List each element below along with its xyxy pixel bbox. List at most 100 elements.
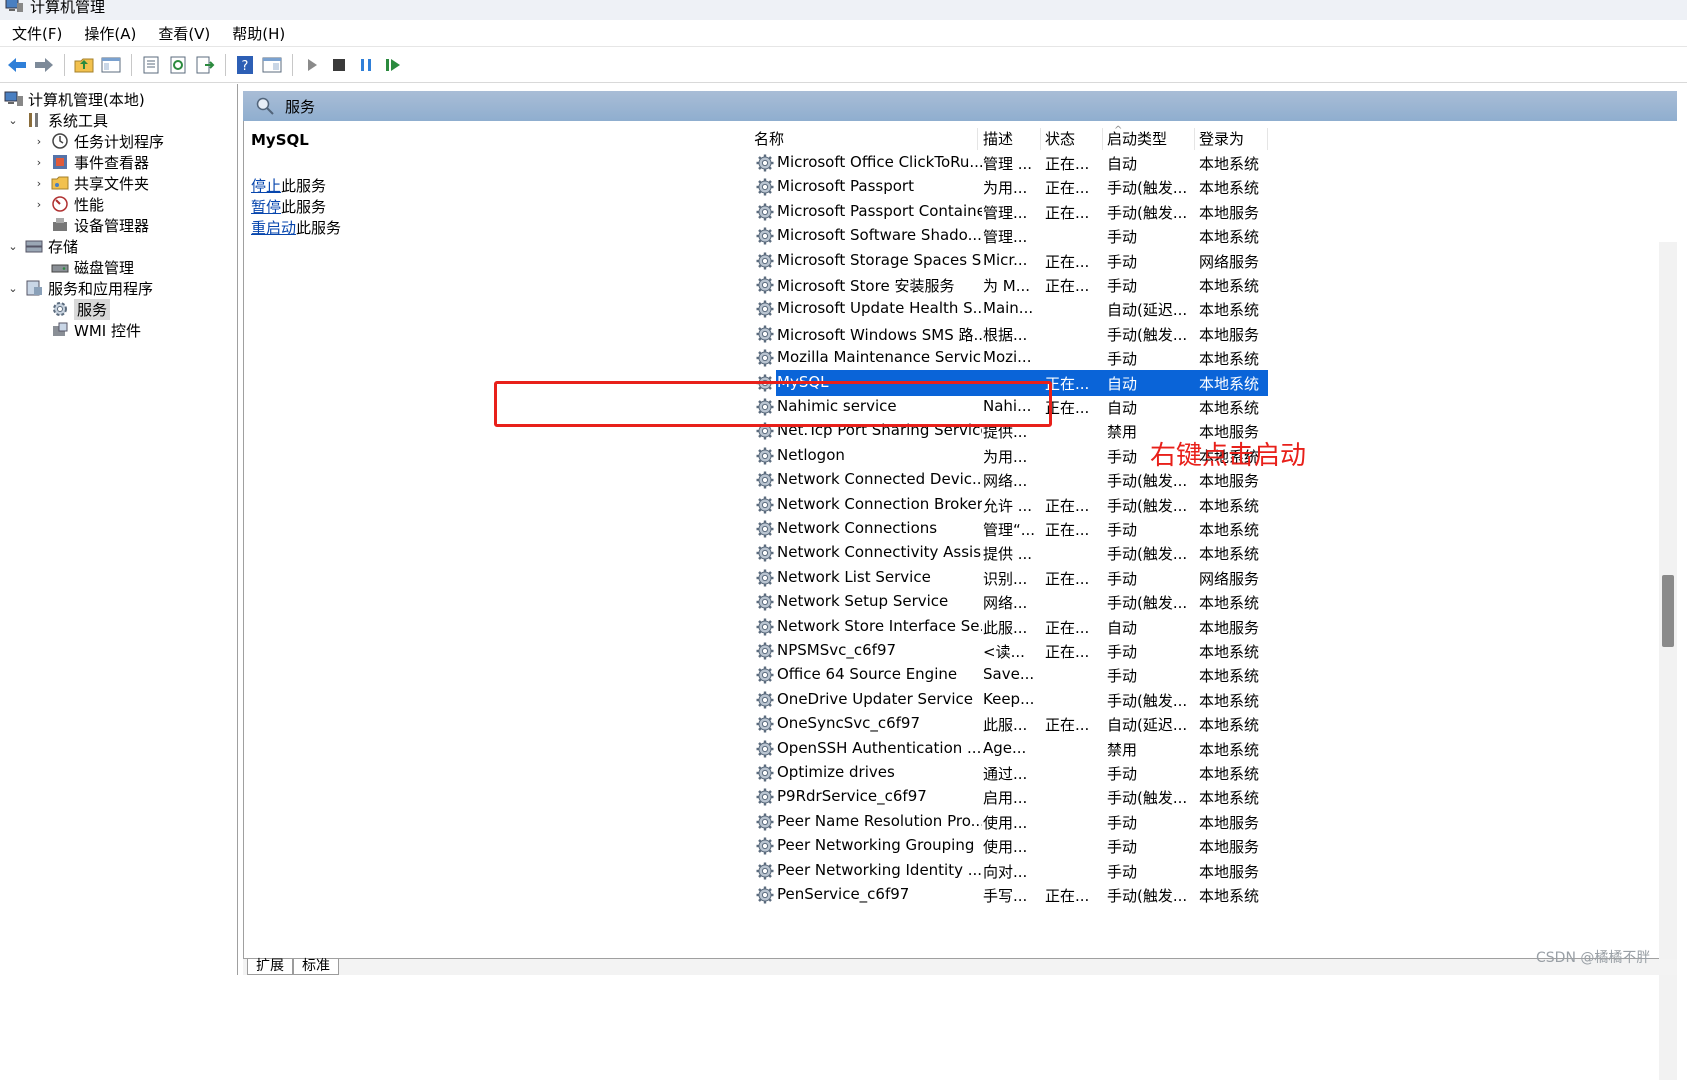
service-name-cell: Office 64 Source Engine [777, 665, 958, 684]
pause-service-icon[interactable] [353, 52, 379, 78]
show-hide-action-pane-icon[interactable] [259, 52, 285, 78]
tree-item-device-manager[interactable]: 设备管理器 [50, 214, 149, 236]
expand-arrow-icon[interactable]: › [32, 198, 46, 211]
service-row[interactable]: Network List Service 识别... 正在... 手动 网络服务 [499, 565, 1659, 591]
expand-arrow-icon[interactable]: › [32, 156, 46, 169]
expand-chevron-icon[interactable]: ⌄ [6, 240, 20, 253]
column-header-name[interactable]: 名称 ^ [754, 125, 1122, 150]
service-row[interactable]: Network Connectivity Assis... 提供 ... 手动(触发… [499, 540, 1659, 566]
export-list-icon[interactable] [192, 52, 218, 78]
pause-link[interactable]: 暂停 [251, 198, 281, 216]
console-tree: 计算机管理(本地) ⌄ 系统工具 › 任务计划程序 › 事件查看器 › 共享文件… [0, 84, 238, 975]
service-row[interactable]: OneSyncSvc_c6f97 此服... 正在... 自动(延迟... 本地系统 [499, 711, 1659, 737]
service-row[interactable]: Microsoft Office ClickToRu... 管理 ... 正在...… [499, 150, 1659, 176]
service-logon-cell: 本地系统 [1199, 301, 1260, 320]
service-row[interactable]: Peer Name Resolution Pro... 使用... 手动 本地服务 [499, 809, 1659, 835]
expand-arrow-icon[interactable]: › [32, 177, 46, 190]
service-row[interactable]: Netlogon 为用... 手动 本地系统 [499, 443, 1659, 469]
service-row[interactable]: PenService_c6f97 手写... 正在... 手动(触发... 本地系统 [499, 882, 1659, 908]
service-desc-cell: 手写... [983, 887, 1028, 905]
service-gear-icon [755, 836, 775, 856]
menu-action[interactable]: 操作(A) [72, 23, 146, 44]
menu-file[interactable]: 文件(F) [0, 23, 72, 44]
service-row[interactable]: Optimize drives 通过... 手动 本地系统 [499, 760, 1659, 786]
help-icon[interactable]: ? [232, 52, 258, 78]
service-row[interactable]: Microsoft Update Health S... Main... 自动(延迟… [499, 296, 1659, 322]
tab-standard[interactable]: 标准 [293, 959, 339, 975]
service-row[interactable]: Peer Networking Grouping 使用... 手动 本地服务 [499, 833, 1659, 859]
back-icon[interactable] [4, 52, 30, 78]
service-row[interactable]: Peer Networking Identity ... 向对... 手动 本地服务 [499, 858, 1659, 884]
pause-service-action: 暂停此服务 [251, 196, 326, 217]
tree-item-disk-management[interactable]: 磁盘管理 [50, 256, 134, 278]
service-gear-icon [755, 153, 775, 173]
service-logon-cell: 网络服务 [1199, 252, 1260, 271]
expand-chevron-icon[interactable]: ⌄ [6, 114, 20, 127]
column-header-desc[interactable]: 描述 [983, 128, 1041, 150]
refresh-icon[interactable] [165, 52, 191, 78]
menu-bar: 文件(F) 操作(A) 查看(V) 帮助(H) [0, 20, 1687, 47]
tree-item-services[interactable]: 服务 [50, 298, 111, 320]
tree-item-event-viewer[interactable]: › 事件查看器 [32, 151, 149, 173]
service-status-cell: 正在... [1045, 643, 1090, 661]
stop-service-icon[interactable] [326, 52, 352, 78]
service-row[interactable]: NPSMSvc_c6f97 <读... 正在... 手动 本地系统 [499, 638, 1659, 664]
service-row[interactable]: Mozilla Maintenance Service Mozi... 手动 本地系统 [499, 345, 1659, 371]
service-row[interactable]: Network Connection Broker 允许 ... 正在... 手动(触… [499, 492, 1659, 518]
menu-help[interactable]: 帮助(H) [220, 23, 295, 44]
tree-item-storage[interactable]: ⌄ 存储 [6, 235, 78, 257]
tree-item-root[interactable]: 计算机管理(本地) [4, 88, 145, 110]
menu-view[interactable]: 查看(V) [146, 23, 220, 44]
start-service-icon[interactable] [299, 52, 325, 78]
service-row[interactable]: OneDrive Updater Service Keep... 手动(触发... 本… [499, 687, 1659, 713]
show-hide-tree-icon[interactable] [98, 52, 124, 78]
pane-header: 服务 [243, 91, 1677, 121]
service-logon-cell: 本地服务 [1199, 813, 1260, 832]
service-row[interactable]: Microsoft Windows SMS 路... 根据... 手动(触发... 本… [499, 321, 1659, 347]
tree-item-wmi[interactable]: WMI 控件 [50, 319, 141, 341]
service-logon-cell: 本地系统 [1199, 521, 1260, 539]
service-row[interactable]: Network Connections 管理“... 正在... 手动 本地系统 [499, 516, 1659, 542]
service-desc-cell: 允许 ... [983, 496, 1033, 515]
service-row[interactable]: Network Store Interface Se... 此服... 正在... 自… [499, 614, 1659, 640]
tree-item-services-apps[interactable]: ⌄ 服务和应用程序 [6, 277, 153, 299]
service-status-cell: 正在... [1045, 374, 1090, 393]
column-header-logon[interactable]: 登录为 [1199, 128, 1268, 150]
service-row[interactable]: Microsoft Passport Container 管理... 正在... 手动… [499, 199, 1659, 225]
restart-link[interactable]: 重启动 [251, 219, 296, 237]
forward-icon[interactable] [31, 52, 57, 78]
tree-item-system-tools[interactable]: ⌄ 系统工具 [6, 109, 108, 131]
service-row[interactable]: Microsoft Storage Spaces S... Micr... 正在..… [499, 248, 1659, 274]
service-row[interactable]: Net.Tcp Port Sharing Service 提供... 禁用 本地服务 [499, 418, 1659, 444]
service-row[interactable]: Microsoft Store 安装服务 为 M... 正在... 手动 本地系统 [499, 272, 1659, 298]
tree-item-performance[interactable]: › 性能 [32, 193, 104, 215]
service-row[interactable]: Network Connected Devic... 网络... 手动(触发... 本… [499, 467, 1659, 493]
service-row[interactable]: Office 64 Source Engine Save... 手动 本地系统 [499, 662, 1659, 688]
vertical-scrollbar[interactable] [1659, 242, 1677, 1080]
service-gear-icon [755, 299, 775, 319]
expand-chevron-icon[interactable]: ⌄ [6, 282, 20, 295]
expand-arrow-icon[interactable]: › [32, 135, 46, 148]
service-row[interactable]: Nahimic service Nahi... 正在... 自动 本地系统 [499, 394, 1659, 420]
column-header-status[interactable]: 状态 [1045, 128, 1103, 150]
service-row[interactable]: Network Setup Service 网络... 手动(触发... 本地系统 [499, 589, 1659, 615]
service-gear-icon [755, 812, 775, 832]
stop-link[interactable]: 停止 [251, 177, 281, 195]
service-row[interactable]: Microsoft Passport 为用... 正在... 手动(触发... 本地系统 [499, 174, 1659, 200]
tree-item-task-scheduler[interactable]: › 任务计划程序 [32, 130, 164, 152]
service-row[interactable]: Microsoft Software Shado... 管理... 手动 本地系统 [499, 223, 1659, 249]
service-startup-cell: 手动 [1107, 838, 1138, 857]
scrollbar-thumb[interactable] [1662, 575, 1674, 647]
restart-service-icon[interactable] [380, 52, 406, 78]
service-row[interactable]: P9RdrService_c6f97 启用... 手动(触发... 本地系统 [499, 784, 1659, 810]
service-startup-cell: 手动(触发... [1107, 691, 1188, 710]
tab-extended[interactable]: 扩展 [247, 959, 293, 975]
service-row[interactable]: OpenSSH Authentication ... Age... 禁用 本地系统 [499, 736, 1659, 762]
up-folder-icon[interactable] [71, 52, 97, 78]
properties-icon[interactable] [138, 52, 164, 78]
service-row[interactable]: MySQL 正在... 自动 本地系统 [499, 369, 1659, 396]
column-header-startup[interactable]: 启动类型 [1107, 128, 1195, 150]
pause-suffix: 此服务 [281, 198, 327, 216]
tree-item-shared-folders[interactable]: › 共享文件夹 [32, 172, 149, 194]
service-gear-icon [755, 470, 775, 490]
